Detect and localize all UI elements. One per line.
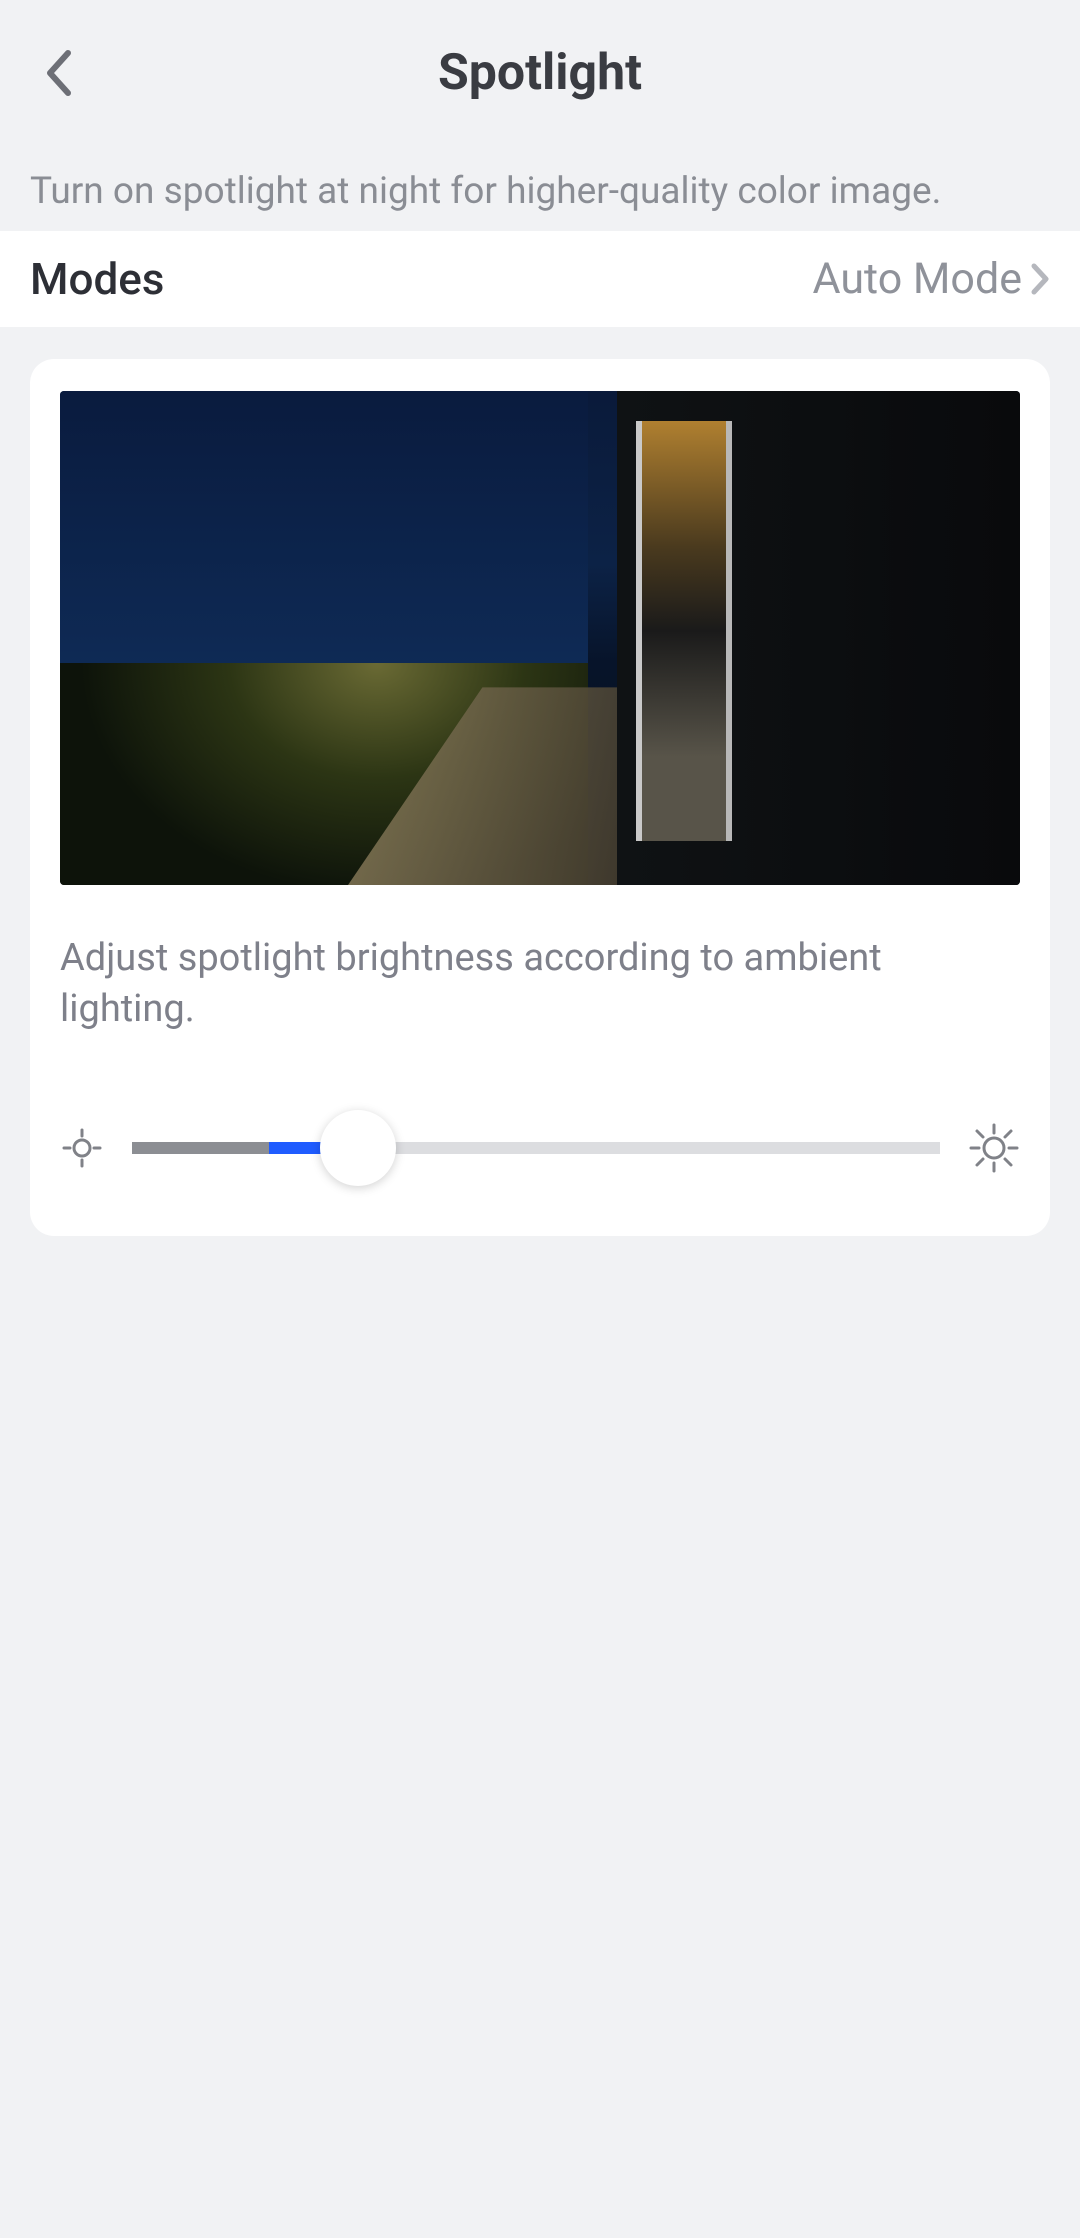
slider-track-dark <box>132 1142 269 1154</box>
modes-value-wrap: Auto Mode <box>813 254 1050 304</box>
chevron-right-icon <box>1030 262 1050 296</box>
page-title: Spotlight <box>438 44 642 102</box>
modes-row[interactable]: Modes Auto Mode <box>0 231 1080 327</box>
modes-label: Modes <box>30 253 164 305</box>
brightness-description: Adjust spotlight brightness according to… <box>60 933 1020 1036</box>
back-button[interactable] <box>30 43 90 103</box>
modes-value: Auto Mode <box>813 254 1022 304</box>
slider-thumb[interactable] <box>320 1110 396 1186</box>
header: Spotlight <box>0 0 1080 146</box>
brightness-high-icon <box>968 1122 1020 1174</box>
brightness-card: Adjust spotlight brightness according to… <box>30 359 1050 1236</box>
camera-preview-image <box>60 391 1020 885</box>
brightness-slider-row <box>60 1120 1020 1176</box>
brightness-slider[interactable] <box>132 1120 940 1176</box>
brightness-low-icon <box>60 1126 104 1170</box>
chevron-left-icon <box>44 49 76 97</box>
page-subtitle: Turn on spotlight at night for higher-qu… <box>0 146 1080 231</box>
